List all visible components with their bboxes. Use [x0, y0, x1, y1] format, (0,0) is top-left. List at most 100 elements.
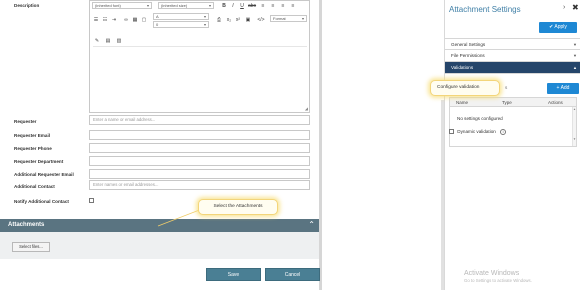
empty-table-message: No settings configured	[457, 116, 503, 121]
pin-icon[interactable]: ›	[563, 4, 565, 11]
section-validations[interactable]: Validations ▲	[445, 62, 580, 74]
resize-handle-icon[interactable]: ◢	[305, 106, 308, 111]
chevron-up-icon[interactable]: ⌃	[308, 220, 315, 229]
save-button[interactable]: Save	[206, 268, 261, 281]
additional-requester-email-label: Additional Requester Email	[14, 172, 74, 177]
numbered-list-icon[interactable]: ☷	[102, 17, 108, 23]
apply-button[interactable]: ✔ Apply	[539, 22, 577, 33]
indent-icon[interactable]: ⇥	[111, 17, 117, 23]
file-icon[interactable]: ▤	[105, 38, 111, 44]
close-icon[interactable]: ✖	[572, 3, 579, 12]
validations-table: Name Type Actions No settings configured…	[449, 97, 577, 147]
watermark-line-2: Go to Settings to activate Windows.	[464, 278, 532, 283]
print-icon[interactable]: ⎙	[216, 17, 222, 23]
requester-phone-label: Requester Phone	[14, 146, 52, 151]
editor-toolbar-row-1: (inherited font) ▾ (inherited size) ▾ B …	[90, 1, 309, 12]
editor-toolbar-row-2: ☰ ☷ ⇥ ∞ ▦ ▢ A ▾ 0 ▾ ⎙ x₂ x² ▣ </> Format…	[90, 13, 309, 28]
column-name[interactable]: Name	[456, 100, 468, 105]
align-right-icon[interactable]: ≡	[280, 3, 286, 9]
italic-icon[interactable]: I	[230, 3, 236, 9]
editor-content-area[interactable]	[93, 46, 307, 109]
link-icon[interactable]: ∞	[123, 17, 129, 23]
font-family-value: (inherited font)	[95, 3, 121, 8]
additional-contact-label: Additional Contact	[14, 184, 55, 189]
chevron-down-icon: ▾	[203, 14, 206, 19]
align-justify-icon[interactable]: ≡	[290, 3, 296, 9]
chevron-down-icon: ▾	[208, 3, 211, 8]
source-code-icon[interactable]: </>	[255, 17, 267, 23]
panel-title: Attachment Settings	[449, 5, 521, 14]
callout-residual-text: s	[505, 85, 508, 90]
pdf-icon[interactable]: ▥	[116, 38, 122, 44]
column-type[interactable]: Type	[502, 100, 512, 105]
paint-brush-icon[interactable]: ✎	[94, 38, 100, 44]
watermark-line-1: Activate Windows	[464, 270, 520, 277]
font-size-select[interactable]: (inherited size) ▾	[158, 2, 214, 9]
requester-department-label: Requester Department	[14, 159, 64, 164]
requester-department-input[interactable]	[89, 156, 310, 166]
dynamic-validation-label: Dynamic validation	[457, 129, 496, 134]
table-icon[interactable]: ▦	[132, 17, 138, 23]
cancel-button[interactable]: Cancel	[265, 268, 320, 281]
additional-requester-email-input[interactable]	[89, 169, 310, 179]
requester-label: Requester	[14, 119, 37, 124]
align-left-icon[interactable]: ≡	[260, 3, 266, 9]
strikethrough-icon[interactable]: abc	[248, 3, 256, 9]
document-icon[interactable]: ▢	[141, 17, 147, 23]
font-size-value: (inherited size)	[161, 3, 188, 8]
requester-email-label: Requester Email	[14, 133, 50, 138]
image-icon[interactable]: ▣	[245, 17, 251, 23]
chevron-down-icon: ▾	[146, 3, 149, 8]
underline-icon[interactable]: U	[239, 3, 245, 9]
requester-input[interactable]: Enter a name or email address...	[89, 115, 310, 125]
apply-label: Apply	[554, 24, 567, 30]
scroll-down-icon[interactable]: ▼	[573, 137, 576, 141]
description-editor[interactable]: (inherited font) ▾ (inherited size) ▾ B …	[89, 0, 310, 113]
bold-icon[interactable]: B	[221, 3, 227, 9]
add-validation-button[interactable]: + Add	[547, 83, 579, 94]
chevron-down-icon: ▾	[301, 16, 304, 21]
notify-additional-contact-checkbox[interactable]	[89, 198, 94, 203]
section-file-permissions-label: File Permissions	[451, 53, 485, 58]
activate-windows-watermark: Activate Windows Go to Settings to activ…	[464, 270, 532, 283]
subscript-icon[interactable]: x₂	[226, 17, 232, 23]
bullet-list-icon[interactable]: ☰	[93, 17, 99, 23]
form-scrollbar[interactable]	[319, 0, 322, 290]
column-actions: Actions	[548, 100, 563, 105]
attachments-title: Attachments	[8, 222, 45, 228]
requester-email-input[interactable]	[89, 130, 310, 140]
notify-additional-contact-label: Notify Additional Contact	[14, 199, 69, 204]
indent-value: 0	[156, 22, 159, 27]
info-icon[interactable]: i	[500, 129, 507, 135]
configure-validation-callout: Configure validation	[430, 80, 500, 96]
chevron-up-icon: ▲	[573, 65, 577, 70]
section-general-settings-label: General Settings	[451, 42, 486, 47]
validations-table-header: Name Type Actions	[450, 98, 576, 107]
section-general-settings[interactable]: General Settings ▼	[445, 38, 580, 50]
editor-toolbar-row-3: ✎ ▤ ▥	[90, 35, 309, 46]
check-icon: ✔	[549, 24, 554, 30]
table-scrollbar[interactable]: ▲ ▼	[572, 107, 576, 146]
description-label: Description	[14, 3, 40, 8]
requester-phone-input[interactable]	[89, 143, 310, 153]
section-validations-label: Validations	[451, 65, 474, 70]
select-files-button[interactable]: Select files...	[12, 242, 50, 252]
superscript-icon[interactable]: x²	[235, 17, 241, 23]
line-height-select[interactable]: A ▾	[153, 13, 209, 20]
chevron-down-icon: ▼	[573, 53, 577, 58]
font-family-select[interactable]: (inherited font) ▾	[92, 2, 152, 9]
chevron-down-icon: ▾	[203, 22, 206, 27]
section-file-permissions[interactable]: File Permissions ▼	[445, 50, 580, 62]
additional-contact-input[interactable]: Enter names or email addresses...	[89, 180, 310, 190]
align-center-icon[interactable]: ≡	[270, 3, 276, 9]
dynamic-validation-checkbox[interactable]	[449, 129, 454, 135]
scroll-up-icon[interactable]: ▲	[573, 107, 576, 111]
line-height-value: A	[156, 14, 159, 19]
format-value: Format	[273, 16, 286, 21]
select-attachments-callout: Select the Attachments	[198, 199, 278, 215]
form-area: Description (inherited font) ▾ (inherite…	[0, 0, 322, 290]
dynamic-validation-row: Dynamic validation i	[449, 129, 507, 135]
indent-select[interactable]: 0 ▾	[153, 21, 209, 28]
format-select[interactable]: Format ▾	[270, 15, 307, 22]
plus-icon: +	[556, 85, 560, 91]
